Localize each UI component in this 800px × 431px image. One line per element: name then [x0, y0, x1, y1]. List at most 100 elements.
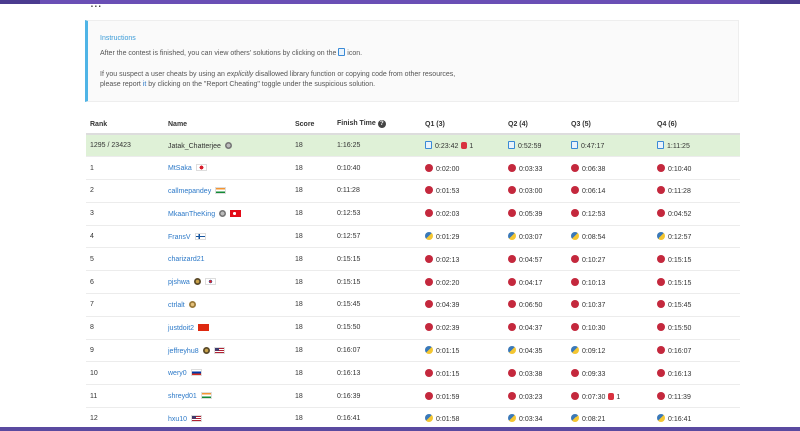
q1-cell[interactable]: 0:02:39: [421, 316, 504, 340]
help-icon[interactable]: ?: [377, 120, 386, 128]
cpp-icon[interactable]: [425, 391, 433, 400]
q1-cell[interactable]: 0:02:00: [421, 156, 504, 181]
cpp-icon[interactable]: [657, 323, 665, 332]
q1-cell[interactable]: 0:04:39: [421, 293, 504, 317]
cpp-icon[interactable]: [425, 323, 433, 332]
header-q4[interactable]: Q4 (6): [653, 115, 740, 135]
q3-cell[interactable]: 0:47:17: [567, 134, 653, 158]
username-link[interactable]: pjshwa: [168, 279, 190, 286]
cpp-icon[interactable]: [425, 300, 433, 309]
cpp-icon[interactable]: [425, 209, 433, 218]
q2-cell[interactable]: 0:04:57: [504, 247, 567, 272]
q2-cell[interactable]: 0:03:00: [504, 179, 567, 203]
q2-cell[interactable]: 0:06:50: [504, 293, 567, 317]
cpp-icon[interactable]: [425, 277, 433, 286]
username-link[interactable]: justdoit2: [168, 325, 194, 332]
q4-cell[interactable]: 0:15:45: [653, 293, 740, 317]
q3-cell[interactable]: 0:09:33: [567, 361, 653, 386]
q3-cell[interactable]: 0:09:12: [567, 339, 653, 363]
q1-cell[interactable]: 0:01:59: [421, 384, 504, 409]
header-q1[interactable]: Q1 (3): [421, 115, 504, 135]
q2-cell[interactable]: 0:52:59: [504, 134, 567, 158]
q2-cell[interactable]: 0:03:07: [504, 225, 567, 249]
cpp-icon[interactable]: [571, 323, 579, 332]
cpp-icon[interactable]: [425, 163, 433, 172]
cpp-icon[interactable]: [571, 391, 579, 400]
q4-cell[interactable]: 0:16:07: [653, 339, 740, 363]
q1-cell[interactable]: 0:02:20: [421, 270, 504, 295]
username-link[interactable]: MtSaka: [168, 165, 192, 172]
q3-cell[interactable]: 0:12:53: [567, 202, 653, 226]
cpp-icon[interactable]: [508, 300, 516, 309]
cpp-icon[interactable]: [508, 254, 516, 263]
cpp-icon[interactable]: [657, 186, 665, 195]
q1-cell[interactable]: 0:01:29: [421, 225, 504, 249]
cpp-icon[interactable]: [508, 323, 516, 332]
python-icon[interactable]: [571, 414, 579, 423]
cpp-icon[interactable]: [657, 209, 665, 218]
cpp-icon[interactable]: [571, 300, 579, 309]
q4-cell[interactable]: 0:15:15: [653, 270, 740, 295]
cpp-icon[interactable]: [508, 163, 516, 172]
q3-cell[interactable]: 0:10:27: [567, 247, 653, 272]
username-link[interactable]: wery0: [168, 370, 187, 377]
python-icon[interactable]: [508, 414, 516, 423]
header-q2[interactable]: Q2 (4): [504, 115, 567, 135]
q4-cell[interactable]: 0:12:57: [653, 225, 740, 249]
cpp-icon[interactable]: [657, 163, 665, 172]
cpp-icon[interactable]: [657, 300, 665, 309]
cpp-icon[interactable]: [508, 209, 516, 218]
cpp-icon[interactable]: [508, 368, 516, 377]
solution-doc-icon[interactable]: [508, 141, 515, 150]
q4-cell[interactable]: 0:04:52: [653, 202, 740, 226]
header-q3[interactable]: Q3 (5): [567, 115, 653, 135]
q4-cell[interactable]: 0:11:39: [653, 384, 740, 409]
solution-doc-icon[interactable]: [571, 141, 578, 150]
python-icon[interactable]: [571, 346, 579, 355]
q4-cell[interactable]: 0:16:13: [653, 361, 740, 386]
cpp-icon[interactable]: [571, 277, 579, 286]
q3-cell[interactable]: 0:08:54: [567, 225, 653, 249]
q1-cell[interactable]: 0:02:13: [421, 247, 504, 272]
cpp-icon[interactable]: [508, 186, 516, 195]
solution-doc-icon[interactable]: [657, 141, 664, 150]
cpp-icon[interactable]: [425, 254, 433, 263]
q2-cell[interactable]: 0:04:35: [504, 339, 567, 363]
cpp-icon[interactable]: [657, 368, 665, 377]
q2-cell[interactable]: 0:04:37: [504, 316, 567, 340]
q3-cell[interactable]: 0:10:30: [567, 316, 653, 340]
q1-cell[interactable]: 0:23:42 1: [421, 134, 504, 158]
cpp-icon[interactable]: [657, 391, 665, 400]
username-link[interactable]: shreyd01: [168, 393, 197, 400]
q2-cell[interactable]: 0:03:33: [504, 156, 567, 181]
python-icon[interactable]: [508, 232, 516, 241]
username-link[interactable]: MkaanTheKing: [168, 211, 215, 218]
q2-cell[interactable]: 0:03:38: [504, 361, 567, 386]
python-icon[interactable]: [657, 414, 665, 423]
cpp-icon[interactable]: [508, 277, 516, 286]
username-link[interactable]: FransV: [168, 234, 191, 241]
cpp-icon[interactable]: [571, 254, 579, 263]
cpp-icon[interactable]: [571, 163, 579, 172]
q2-cell[interactable]: 0:03:23: [504, 384, 567, 409]
python-icon[interactable]: [425, 232, 433, 241]
q1-cell[interactable]: 0:02:03: [421, 202, 504, 226]
python-icon[interactable]: [425, 346, 433, 355]
q1-cell[interactable]: 0:01:53: [421, 179, 504, 203]
q2-cell[interactable]: 0:04:17: [504, 270, 567, 295]
q4-cell[interactable]: 0:15:50: [653, 316, 740, 340]
q3-cell[interactable]: 0:10:13: [567, 270, 653, 295]
q4-cell[interactable]: 0:10:40: [653, 156, 740, 181]
python-icon[interactable]: [508, 346, 516, 355]
cpp-icon[interactable]: [425, 186, 433, 195]
python-icon[interactable]: [425, 414, 433, 423]
q3-cell[interactable]: 0:06:14: [567, 179, 653, 203]
q3-cell[interactable]: 0:06:38: [567, 156, 653, 181]
report-link[interactable]: it: [143, 81, 147, 88]
cpp-icon[interactable]: [657, 277, 665, 286]
cpp-icon[interactable]: [657, 346, 665, 355]
q4-cell[interactable]: 0:11:28: [653, 179, 740, 203]
cpp-icon[interactable]: [571, 368, 579, 377]
username-link[interactable]: hxu10: [168, 416, 187, 423]
solution-doc-icon[interactable]: [425, 141, 432, 150]
